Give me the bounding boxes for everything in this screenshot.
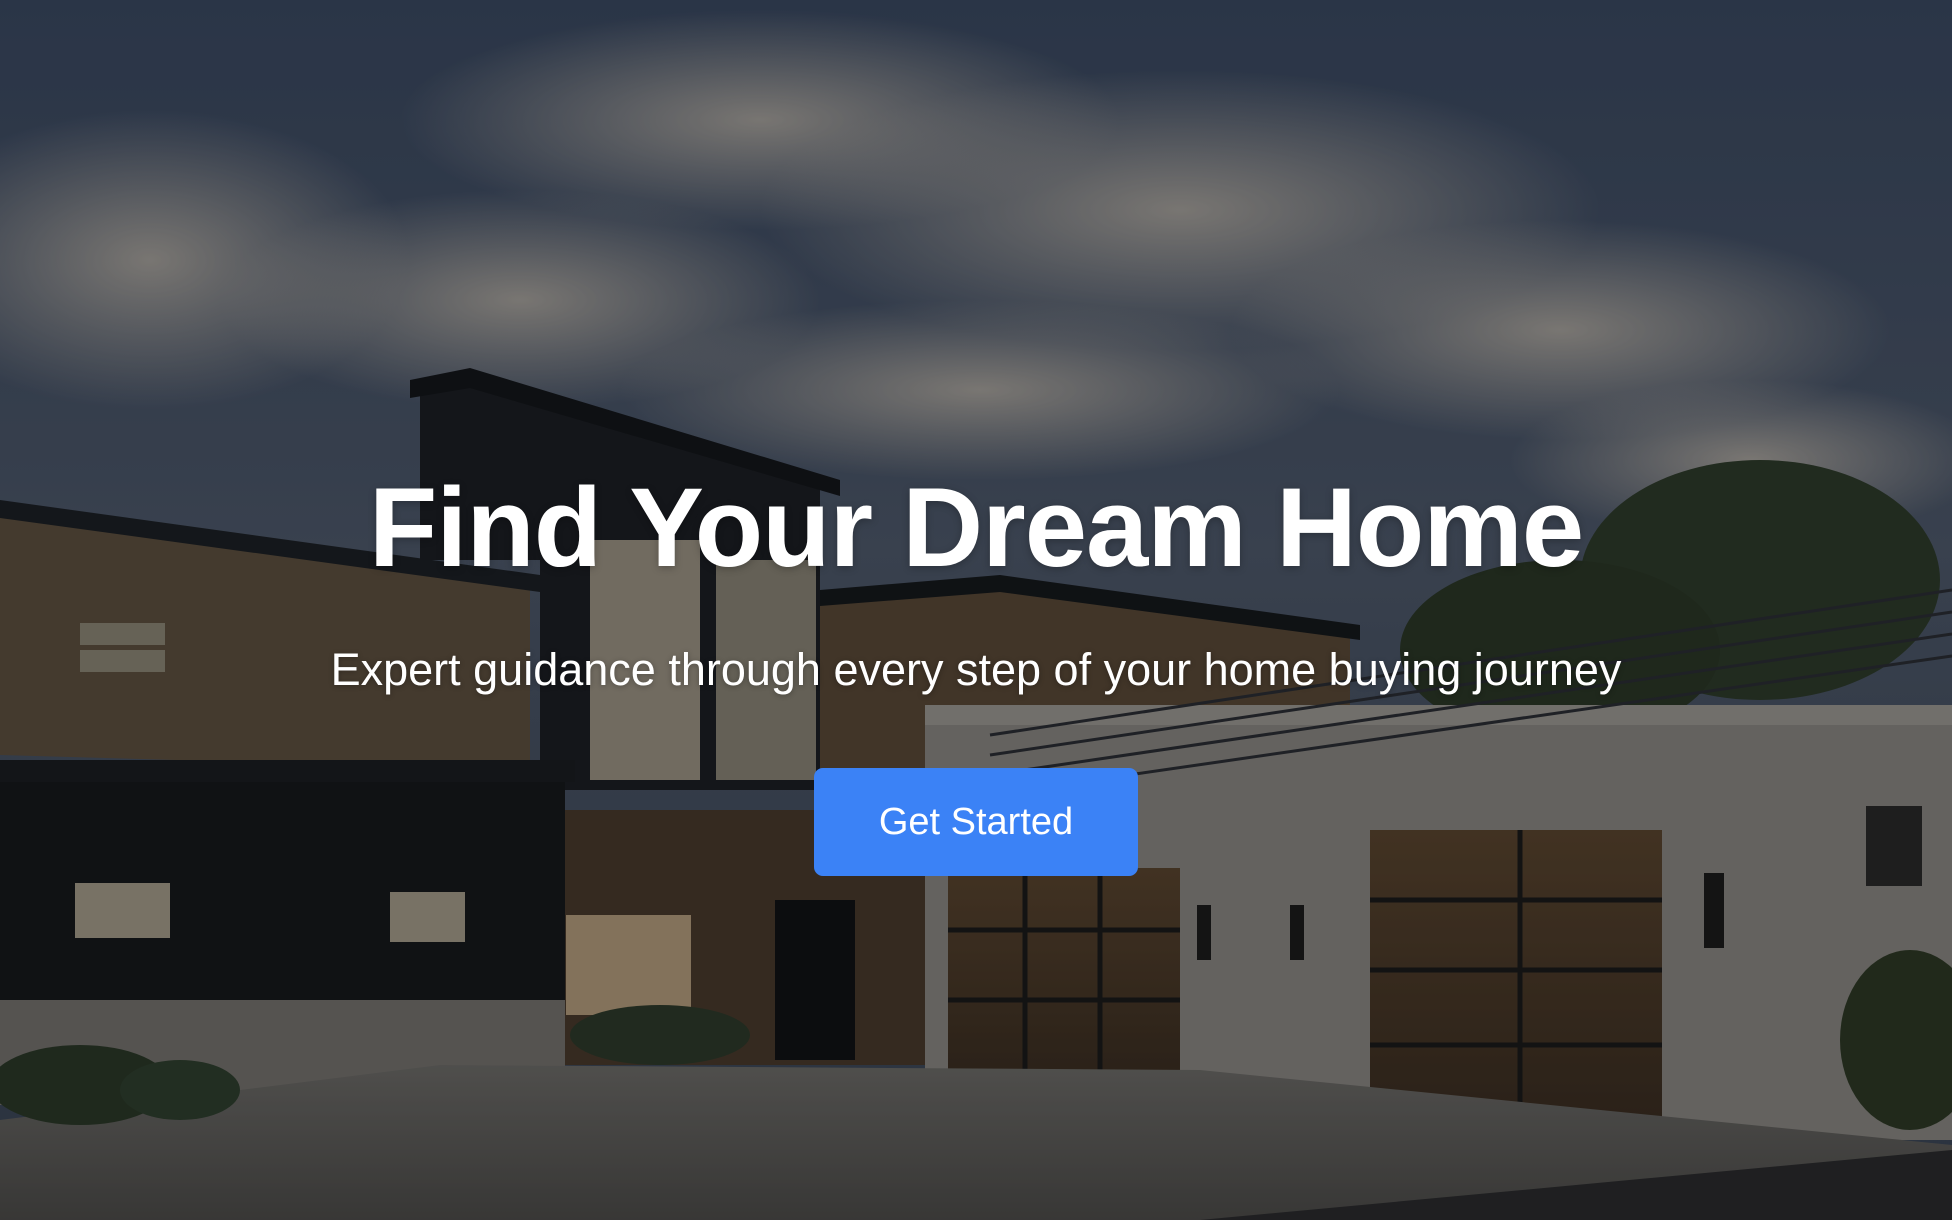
get-started-button[interactable]: Get Started xyxy=(814,768,1138,876)
hero-content: Find Your Dream Home Expert guidance thr… xyxy=(0,470,1952,876)
hero-subtitle: Expert guidance through every step of yo… xyxy=(330,644,1622,695)
hero-section: Find Your Dream Home Expert guidance thr… xyxy=(0,0,1952,1220)
hero-title: Find Your Dream Home xyxy=(368,465,1584,590)
